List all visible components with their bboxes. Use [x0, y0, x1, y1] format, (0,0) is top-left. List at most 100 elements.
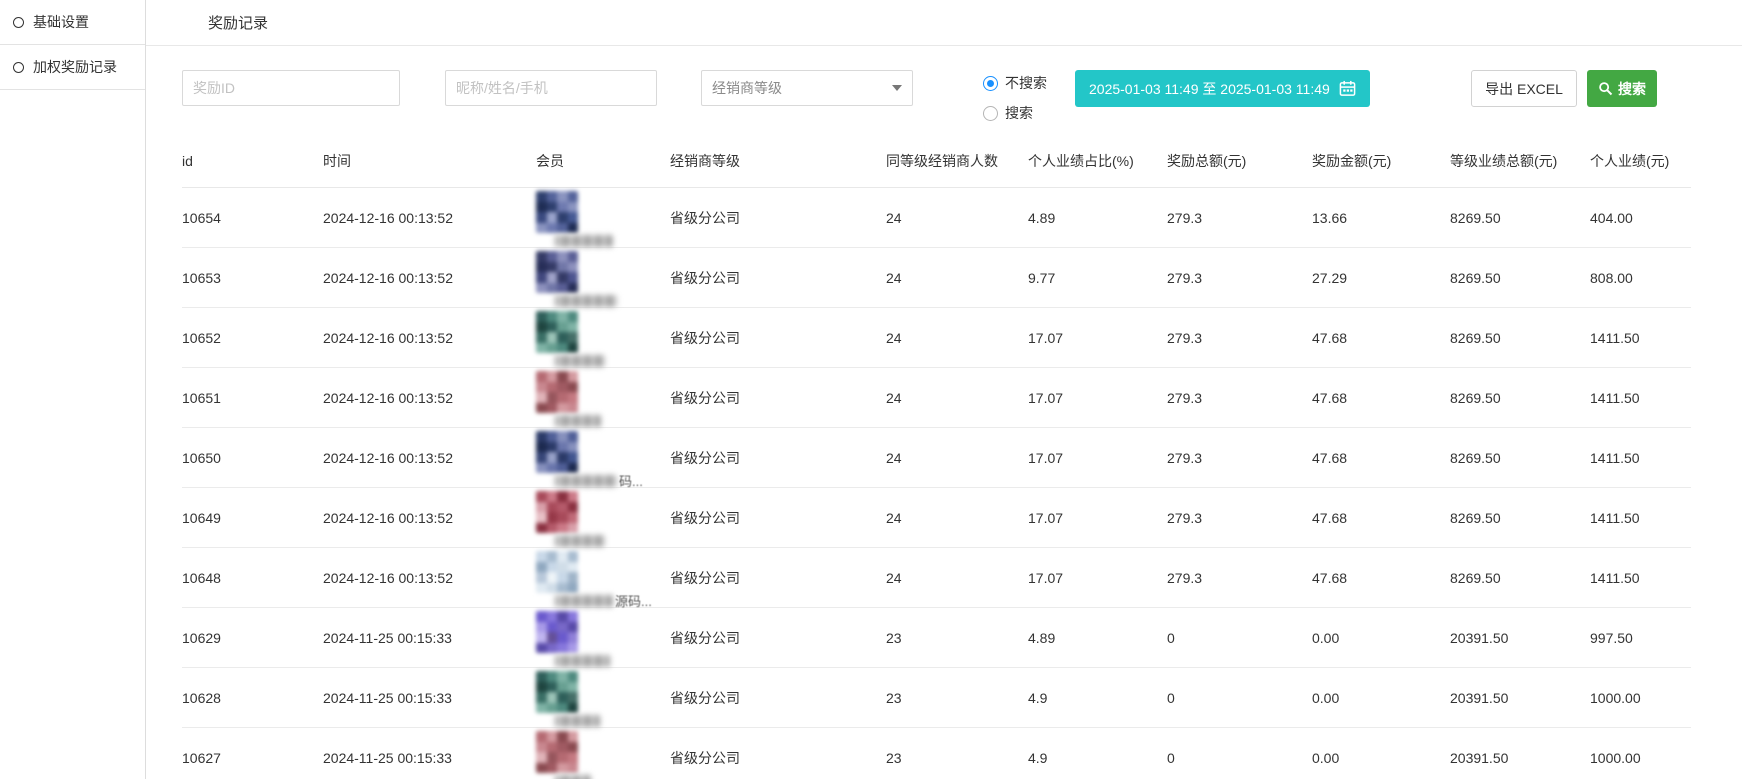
cell-level-total: 20391.50	[1450, 608, 1590, 668]
cell-level: 省级分公司	[670, 548, 886, 608]
table-row: 106292024-11-25 00:15:33省级分公司234.8900.00…	[182, 608, 1691, 668]
sidebar: 基础设置 加权奖励记录	[0, 0, 146, 779]
page-header: 奖励记录	[146, 0, 1742, 46]
records-table: id时间会员经销商等级同等级经销商人数个人业绩占比(%)奖励总额(元)奖励金额(…	[182, 141, 1691, 779]
table-row: 106502024-12-16 00:13:52码...省级分公司2417.07…	[182, 428, 1691, 488]
cell-id: 10653	[182, 248, 323, 308]
cell-member	[536, 248, 670, 308]
member-avatar	[536, 671, 578, 713]
cell-reward-total: 0	[1167, 728, 1312, 779]
cell-level-total: 20391.50	[1450, 728, 1590, 779]
member-name-blurred	[555, 235, 613, 247]
member-name-blurred	[555, 295, 617, 307]
cell-level-total: 8269.50	[1450, 488, 1590, 548]
cell-id: 10652	[182, 308, 323, 368]
page-title: 奖励记录	[208, 12, 268, 33]
cell-level: 省级分公司	[670, 728, 886, 779]
cell-reward-amount: 47.68	[1312, 548, 1450, 608]
column-header: 会员	[536, 141, 670, 188]
cell-time: 2024-12-16 00:13:52	[323, 368, 536, 428]
circle-icon	[13, 62, 24, 73]
column-header: 时间	[323, 141, 536, 188]
column-header: id	[182, 141, 323, 188]
date-range-button[interactable]: 2025-01-03 11:49 至 2025-01-03 11:49	[1075, 70, 1370, 107]
cell-time: 2024-11-25 00:15:33	[323, 728, 536, 779]
cell-reward-total: 279.3	[1167, 488, 1312, 548]
cell-peer-count: 24	[886, 428, 1028, 488]
cell-reward-amount: 47.68	[1312, 488, 1450, 548]
cell-ratio: 9.77	[1028, 248, 1167, 308]
radio-search[interactable]: 搜索	[983, 103, 1047, 123]
cell-personal: 997.50	[1590, 608, 1691, 668]
member-name-blurred	[555, 595, 613, 607]
search-button[interactable]: 搜索	[1587, 70, 1657, 107]
cell-ratio: 4.9	[1028, 728, 1167, 779]
cell-level: 省级分公司	[670, 188, 886, 248]
dealer-level-select[interactable]: 经销商等级	[701, 70, 913, 106]
cell-peer-count: 24	[886, 368, 1028, 428]
radio-no-search-label: 不搜索	[1005, 73, 1047, 93]
cell-peer-count: 24	[886, 308, 1028, 368]
cell-peer-count: 24	[886, 248, 1028, 308]
cell-reward-amount: 0.00	[1312, 608, 1450, 668]
reward-id-input[interactable]	[182, 70, 400, 106]
cell-ratio: 17.07	[1028, 548, 1167, 608]
cell-reward-total: 279.3	[1167, 188, 1312, 248]
table-row: 106482024-12-16 00:13:52源码...省级分公司2417.0…	[182, 548, 1691, 608]
cell-level-total: 8269.50	[1450, 308, 1590, 368]
cell-reward-amount: 47.68	[1312, 428, 1450, 488]
cell-member	[536, 188, 670, 248]
cell-level: 省级分公司	[670, 308, 886, 368]
column-header: 等级业绩总额(元)	[1450, 141, 1590, 188]
member-name-blurred	[555, 475, 617, 487]
radio-search-label: 搜索	[1005, 103, 1033, 123]
export-excel-button[interactable]: 导出 EXCEL	[1471, 70, 1577, 107]
cell-time: 2024-11-25 00:15:33	[323, 608, 536, 668]
sidebar-item-label: 基础设置	[33, 12, 89, 32]
nickname-input[interactable]	[445, 70, 657, 106]
table-row: 106492024-12-16 00:13:52省级分公司2417.07279.…	[182, 488, 1691, 548]
member-avatar	[536, 611, 578, 653]
cell-level-total: 8269.50	[1450, 548, 1590, 608]
cell-reward-total: 279.3	[1167, 368, 1312, 428]
cell-id: 10627	[182, 728, 323, 779]
cell-member: 码...	[536, 428, 670, 488]
search-mode-radio-group: 不搜索 搜索	[983, 70, 1047, 123]
cell-personal: 808.00	[1590, 248, 1691, 308]
sidebar-item-basic-settings[interactable]: 基础设置	[0, 0, 145, 45]
cell-level: 省级分公司	[670, 668, 886, 728]
main-content: 奖励记录 经销商等级 不搜索 搜索 2025-01-03 11:49 至	[146, 0, 1742, 779]
member-name-fragment: 码...	[619, 471, 643, 490]
cell-ratio: 17.07	[1028, 368, 1167, 428]
cell-time: 2024-12-16 00:13:52	[323, 548, 536, 608]
cell-personal: 1411.50	[1590, 308, 1691, 368]
member-name-blurred	[555, 415, 601, 427]
cell-level: 省级分公司	[670, 428, 886, 488]
sidebar-item-weighted-reward-records[interactable]: 加权奖励记录	[0, 45, 145, 90]
cell-member	[536, 488, 670, 548]
member-name-blurred	[555, 355, 605, 367]
cell-id: 10654	[182, 188, 323, 248]
column-header: 同等级经销商人数	[886, 141, 1028, 188]
cell-level-total: 8269.50	[1450, 188, 1590, 248]
cell-reward-total: 0	[1167, 668, 1312, 728]
member-avatar	[536, 251, 578, 293]
cell-reward-amount: 0.00	[1312, 728, 1450, 779]
filter-bar: 经销商等级 不搜索 搜索 2025-01-03 11:49 至 2025-01-…	[146, 70, 1742, 123]
cell-reward-amount: 0.00	[1312, 668, 1450, 728]
radio-no-search[interactable]: 不搜索	[983, 73, 1047, 93]
cell-id: 10649	[182, 488, 323, 548]
cell-peer-count: 23	[886, 728, 1028, 779]
records-table-wrap: id时间会员经销商等级同等级经销商人数个人业绩占比(%)奖励总额(元)奖励金额(…	[182, 141, 1691, 779]
member-name-blurred	[555, 775, 591, 779]
date-range-text: 2025-01-03 11:49 至 2025-01-03 11:49	[1089, 79, 1330, 99]
cell-level: 省级分公司	[670, 488, 886, 548]
cell-reward-total: 279.3	[1167, 248, 1312, 308]
cell-personal: 1411.50	[1590, 368, 1691, 428]
radio-icon-selected	[983, 76, 998, 91]
cell-time: 2024-12-16 00:13:52	[323, 308, 536, 368]
search-icon	[1598, 81, 1613, 96]
table-row: 106272024-11-25 00:15:33 省级分公司234.900.002…	[182, 728, 1691, 779]
member-avatar	[536, 191, 578, 233]
cell-id: 10628	[182, 668, 323, 728]
